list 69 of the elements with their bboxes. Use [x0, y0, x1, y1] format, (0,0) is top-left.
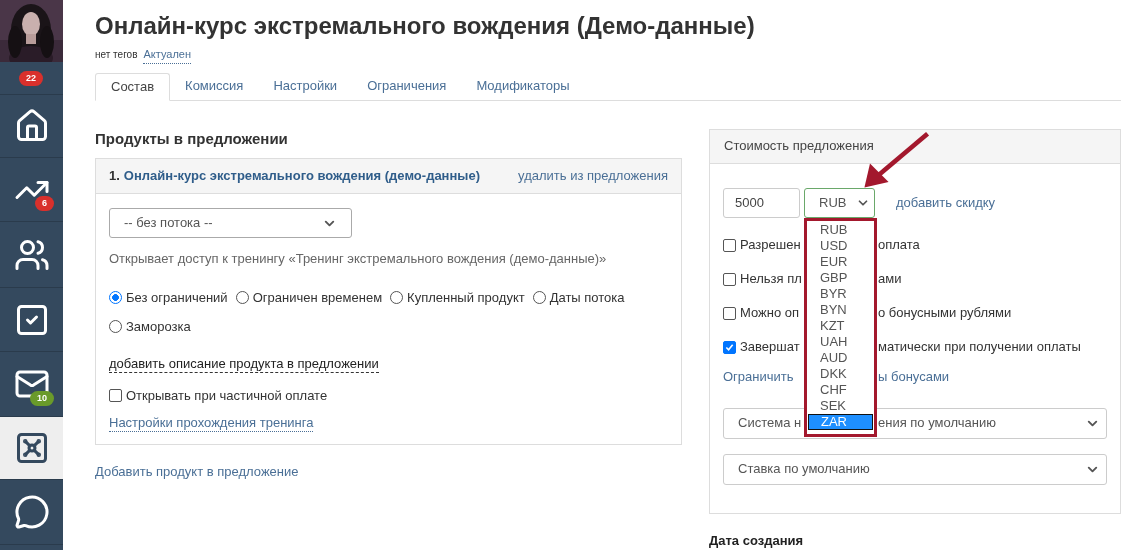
currency-option[interactable]: EUR — [808, 253, 873, 270]
count-badge: 10 — [30, 391, 54, 406]
section-heading: Продукты в предложении — [95, 128, 289, 149]
checkbox[interactable] — [723, 272, 736, 286]
checkbox[interactable] — [109, 388, 122, 402]
checkbox-label: оплата — [878, 236, 920, 255]
currency-option[interactable]: USD — [808, 237, 873, 254]
currency-option[interactable]: CHF — [808, 381, 873, 398]
page-title: Онлайн-курс экстремального вождения (Демо-данные) — [95, 11, 756, 41]
currency-list[interactable]: RUB USD EUR GBP BYR BYN KZT UAH AUD DKK CHF SEK ZAR — [804, 217, 877, 437]
tab[interactable]: Настройки — [258, 72, 353, 100]
tab[interactable]: Модификаторы — [461, 72, 585, 100]
radio-label: Даты потока — [549, 288, 625, 307]
add-product-link[interactable]: Добавить продукт в предложение — [95, 462, 299, 482]
section-heading: Дата создания — [709, 531, 805, 550]
remove-link[interactable]: удалить из предложения — [518, 166, 668, 186]
stream-select[interactable]: -- без потока -- — [109, 208, 352, 238]
tags-label: нет тегов — [95, 48, 138, 63]
access-note: Открывает доступ к тренингу «Тренинг экстремального вождения (демо-данные)» — [109, 250, 608, 268]
discount-link[interactable]: добавить скидку — [896, 192, 996, 213]
checkbox-label: Нельзя пл — [740, 270, 802, 289]
sidebar-item[interactable] — [0, 417, 63, 480]
checkbox-label: ами — [878, 270, 902, 289]
currency-option[interactable]: UAH — [808, 333, 873, 350]
checkbox[interactable] — [723, 306, 736, 320]
tab[interactable]: Ограничения — [352, 72, 462, 100]
checkbox-label: Можно оп — [740, 304, 800, 323]
checkbox[interactable] — [723, 238, 736, 252]
radio-label: Купленный продукт — [407, 288, 525, 307]
description-link[interactable]: добавить описание продукта в предложении — [109, 355, 379, 373]
sidebar-item[interactable]: 6 — [0, 158, 63, 222]
radio-label: Заморозка — [126, 318, 191, 336]
tab[interactable]: Комиссия — [170, 72, 259, 100]
currency-select[interactable]: RUB — [804, 187, 875, 218]
radio-button[interactable] — [109, 320, 122, 334]
checkbox-label: матически при получении оплаты — [878, 338, 1081, 357]
radio-label: Без ограничений — [126, 288, 228, 307]
currency-option[interactable]: BYR — [808, 285, 873, 302]
currency-option[interactable]: GBP — [808, 269, 873, 286]
product-link[interactable]: Онлайн-курс экстремального вождения (демо-данные) — [123, 166, 480, 186]
currency-option[interactable]: BYN — [808, 301, 873, 318]
amount-field[interactable]: 5000 — [723, 187, 800, 218]
restrict-link[interactable]: ы бонусами — [878, 367, 950, 387]
currency-option[interactable]: KZT — [808, 317, 873, 334]
dropdown-select[interactable]: Ставка по умолчанию — [723, 453, 1107, 485]
count-badge: 22 — [19, 71, 43, 86]
checkbox-label: Открывать при частичной оплате — [126, 386, 328, 405]
radio-button[interactable] — [235, 290, 249, 304]
status-link[interactable]: Актуален — [143, 46, 191, 64]
tab[interactable]: Состав — [95, 72, 171, 101]
panel-title: Стоимость предложения — [724, 137, 874, 156]
checkbox[interactable] — [723, 340, 736, 354]
currency-option[interactable]: AUD — [808, 349, 873, 366]
radio-button[interactable] — [532, 290, 546, 304]
radio-label: Ограничен временем — [252, 288, 383, 307]
currency-option[interactable]: RUB — [808, 221, 873, 238]
settings-link[interactable]: Настройки прохождения тренинга — [109, 415, 314, 432]
checkbox-label: Завершат — [740, 338, 800, 357]
count-badge: 6 — [35, 196, 54, 211]
checkbox-label: о бонусными рублями — [878, 304, 1012, 323]
radio-button[interactable] — [109, 290, 122, 304]
checkmark-icon — [725, 342, 734, 352]
currency-option[interactable]: DKK — [808, 365, 873, 382]
checkbox-label: Разрешен — [740, 236, 801, 255]
product-number: 1. — [109, 167, 120, 186]
sidebar-item[interactable]: 22 — [0, 62, 63, 95]
chat-icon — [13, 494, 50, 530]
radio-button[interactable] — [390, 290, 404, 304]
restrict-link[interactable]: Ограничить — [723, 367, 794, 387]
